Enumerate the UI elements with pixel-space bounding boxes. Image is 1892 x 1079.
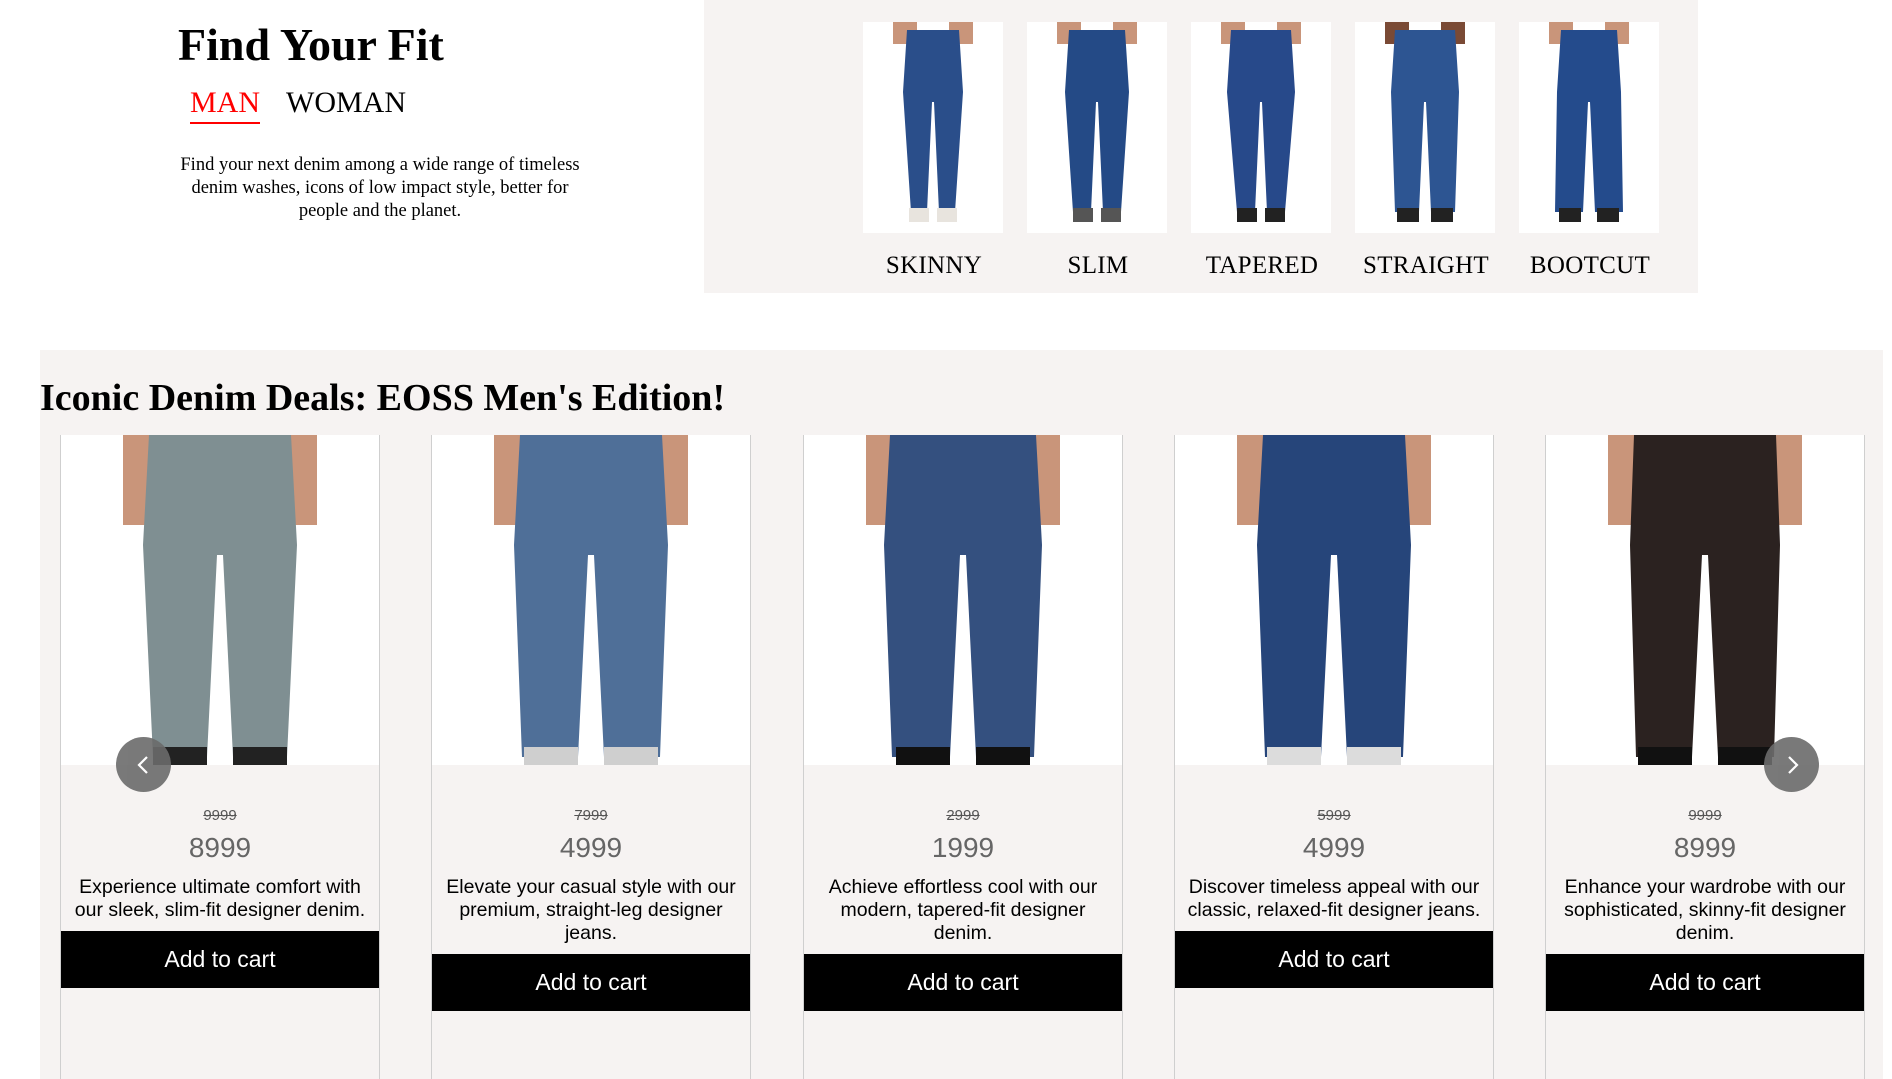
sale-price: 4999 bbox=[1302, 832, 1366, 863]
product-image bbox=[1546, 435, 1864, 765]
original-price: 7999 bbox=[574, 807, 608, 824]
sale-price: 1999 bbox=[931, 832, 995, 863]
original-price: 9999 bbox=[203, 807, 237, 824]
tab-woman[interactable]: WOMAN bbox=[286, 88, 406, 124]
fit-item-tapered[interactable]: TAPERED bbox=[1191, 22, 1333, 280]
add-to-cart-button[interactable]: Add to cart bbox=[1546, 954, 1864, 1011]
fit-image-tapered bbox=[1191, 22, 1331, 233]
jeans-illustration bbox=[1221, 22, 1301, 222]
fit-image-straight bbox=[1355, 22, 1495, 233]
fit-label-straight: STRAIGHT bbox=[1362, 252, 1489, 279]
fit-item-bootcut[interactable]: BOOTCUT bbox=[1519, 22, 1661, 280]
fit-item-skinny[interactable]: SKINNY bbox=[863, 22, 1005, 280]
jeans-illustration bbox=[1385, 22, 1465, 222]
add-to-cart-button[interactable]: Add to cart bbox=[432, 954, 750, 1011]
original-price: 9999 bbox=[1688, 807, 1722, 824]
fit-description: Find your next denim among a wide range … bbox=[180, 155, 580, 221]
chevron-left-icon bbox=[136, 755, 148, 774]
fit-label-slim: SLIM bbox=[1067, 252, 1129, 279]
jeans-photo bbox=[494, 435, 688, 765]
jeans-illustration bbox=[1549, 22, 1629, 222]
product-card[interactable]: 5999 4999 Discover timeless appeal with … bbox=[1174, 435, 1494, 1079]
product-description: Enhance your wardrobe with our sophistic… bbox=[1564, 876, 1846, 944]
fit-label-tapered: TAPERED bbox=[1205, 252, 1319, 279]
product-description: Experience ultimate comfort with our sle… bbox=[74, 876, 366, 921]
jeans-illustration bbox=[1057, 22, 1137, 222]
sale-price: 8999 bbox=[188, 832, 252, 863]
fit-item-slim[interactable]: SLIM bbox=[1027, 22, 1169, 280]
jeans-photo bbox=[123, 435, 317, 765]
product-card[interactable]: 2999 1999 Achieve effortless cool with o… bbox=[803, 435, 1123, 1079]
add-to-cart-button[interactable]: Add to cart bbox=[1175, 931, 1493, 988]
original-price: 5999 bbox=[1317, 807, 1351, 824]
fit-section-title: Find Your Fit bbox=[178, 19, 444, 70]
fit-label-skinny: SKINNY bbox=[885, 252, 983, 279]
carousel-next-button[interactable] bbox=[1764, 737, 1819, 792]
fit-image-skinny bbox=[863, 22, 1003, 233]
add-to-cart-button[interactable]: Add to cart bbox=[804, 954, 1122, 1011]
original-price: 2999 bbox=[946, 807, 980, 824]
product-description: Achieve effortless cool with our modern,… bbox=[828, 876, 1098, 944]
sale-price: 8999 bbox=[1673, 832, 1737, 863]
deals-title: Iconic Denim Deals: EOSS Men's Edition! bbox=[40, 377, 726, 419]
tab-man[interactable]: MAN bbox=[190, 88, 261, 124]
product-card[interactable]: 7999 4999 Elevate your casual style with… bbox=[431, 435, 751, 1079]
product-description: Discover timeless appeal with our classi… bbox=[1187, 876, 1481, 921]
product-image bbox=[432, 435, 750, 765]
jeans-illustration bbox=[893, 22, 973, 222]
product-card[interactable]: 9999 8999 Experience ultimate comfort wi… bbox=[60, 435, 380, 1079]
product-image bbox=[804, 435, 1122, 765]
fit-item-straight[interactable]: STRAIGHT bbox=[1355, 22, 1497, 280]
fit-image-bootcut bbox=[1519, 22, 1659, 233]
product-image bbox=[61, 435, 379, 765]
add-to-cart-button[interactable]: Add to cart bbox=[61, 931, 379, 988]
product-description: Elevate your casual style with our premi… bbox=[446, 876, 736, 944]
sale-price: 4999 bbox=[559, 832, 623, 863]
carousel-prev-button[interactable] bbox=[116, 737, 171, 792]
fit-image-slim bbox=[1027, 22, 1167, 233]
jeans-photo bbox=[1608, 435, 1802, 765]
gender-tabs: MAN WOMAN bbox=[190, 88, 590, 124]
chevron-right-icon bbox=[1787, 755, 1799, 774]
jeans-photo bbox=[1237, 435, 1431, 765]
fit-types-panel: SKINNY SLIM TAPERED STRAIGHT BOOTCUT bbox=[704, 0, 1698, 293]
product-image bbox=[1175, 435, 1493, 765]
deals-section: Iconic Denim Deals: EOSS Men's Edition! … bbox=[40, 350, 1883, 1079]
find-your-fit-intro: Find Your Fit MAN WOMAN Find your next d… bbox=[170, 22, 590, 223]
jeans-photo bbox=[866, 435, 1060, 765]
fit-label-bootcut: BOOTCUT bbox=[1529, 252, 1651, 279]
